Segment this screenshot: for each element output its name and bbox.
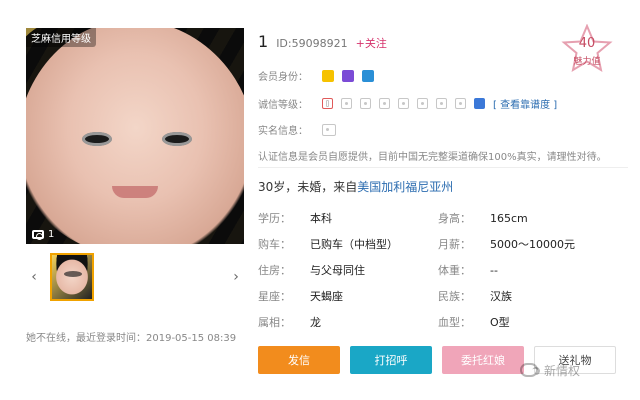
detail-housing: 住房： 与父母同住 — [258, 262, 438, 278]
watermark: 新情权 — [520, 350, 630, 390]
verification-icon — [322, 123, 336, 136]
detail-zodiac-value: 天蝎座 — [310, 290, 343, 303]
detail-car-value: 已购车（中档型） — [310, 238, 398, 251]
detail-chinese-zodiac-key: 属相： — [258, 316, 291, 329]
detail-education-value: 本科 — [310, 212, 332, 225]
profile-name: 1 — [258, 32, 269, 51]
member-label: 会员身份： — [258, 72, 308, 83]
detail-blood-type-key: 血型： — [438, 316, 471, 329]
realname-label: 实名信息： — [258, 126, 308, 137]
separator — [258, 167, 628, 168]
details-grid: 学历： 本科 身高： 165cm 购车： 已购车（中档型） 月薪： 5000～1… — [258, 210, 628, 330]
detail-housing-value: 与父母同住 — [310, 264, 365, 277]
verification-notice: 认证信息是会员自愿提供，目前中国无完整渠道确保100%真实，请理性对待。 — [258, 152, 607, 163]
detail-weight-value: -- — [490, 263, 498, 277]
detail-chinese-zodiac: 属相： 龙 — [258, 314, 438, 330]
detail-housing-key: 住房： — [258, 264, 291, 277]
thumbnail-1[interactable] — [50, 253, 94, 301]
photo-eye-right — [162, 132, 192, 146]
photo-eye-left — [82, 132, 112, 146]
detail-education: 学历： 本科 — [258, 210, 438, 226]
thumbnails-next[interactable]: › — [228, 269, 244, 285]
credit-label: 诚信等级： — [258, 100, 308, 111]
detail-ethnicity: 民族： 汉族 — [438, 288, 628, 304]
detail-ethnicity-key: 民族： — [438, 290, 471, 303]
profile-id: ID:59098921 — [276, 37, 348, 50]
realname-row: 实名信息： — [258, 122, 336, 137]
phone-icon — [322, 98, 333, 109]
photo-thumbnails: ‹ › — [26, 250, 244, 304]
detail-chinese-zodiac-value: 龙 — [310, 316, 321, 329]
hand-icon — [436, 98, 447, 109]
detail-education-key: 学历： — [258, 212, 291, 225]
mail-icon — [341, 98, 352, 109]
detail-income-value: 5000～10000元 — [490, 238, 575, 251]
photo-count-value: 1 — [48, 229, 55, 240]
charm-value: 40 — [578, 36, 596, 51]
photo-count: 1 — [32, 229, 54, 240]
thumbnails-prev[interactable]: ‹ — [26, 269, 42, 285]
vip-icon[interactable] — [322, 69, 334, 82]
charm-badge: 40 魅力值 — [558, 24, 616, 74]
name-row: 1 ID:59098921 +关注 — [258, 32, 387, 51]
send-message-button[interactable]: 发信 — [258, 346, 340, 374]
detail-income-key: 月薪： — [438, 238, 471, 251]
profile-bio: 30岁，未婚，来自美国加利福尼亚州 — [258, 178, 453, 195]
detail-ethnicity-value: 汉族 — [490, 290, 512, 303]
charm-label: 魅力值 — [573, 57, 601, 67]
weibo-logo-icon — [520, 363, 538, 377]
photo-mouth — [112, 186, 158, 198]
credit-badge: 芝麻信用等级 — [26, 28, 96, 47]
detail-car: 购车： 已购车（中档型） — [258, 236, 438, 252]
detail-zodiac-key: 星座： — [258, 290, 291, 303]
home-icon — [398, 98, 409, 109]
credit-row: 诚信等级： [ 查看靠谱度 ] — [258, 96, 557, 111]
profile-details: 1 ID:59098921 +关注 40 魅力值 会员身份： 诚信等级： [ 查… — [258, 24, 628, 394]
crown-icon[interactable] — [342, 69, 354, 82]
detail-height-value: 165cm — [490, 211, 528, 225]
matchmaker-button[interactable]: 委托红娘 — [442, 346, 524, 374]
detail-blood-type-value: O型 — [490, 316, 510, 329]
member-row: 会员身份： — [258, 68, 374, 83]
chat-icon[interactable] — [362, 69, 374, 82]
watermark-text: 新情权 — [544, 363, 581, 378]
detail-weight-key: 体重： — [438, 264, 471, 277]
car-icon — [417, 98, 428, 109]
detail-zodiac: 星座： 天蝎座 — [258, 288, 438, 304]
question-icon[interactable] — [474, 98, 485, 109]
photo-eyes — [82, 132, 192, 150]
profile-photo[interactable]: 芝麻信用等级 1 — [26, 28, 244, 244]
bio-text: 30岁，未婚，来自 — [258, 180, 358, 194]
heart-icon — [455, 98, 466, 109]
last-login-text: 她不在线，最近登录时间：2019-05-15 08:39 — [26, 333, 237, 344]
say-hi-button[interactable]: 打招呼 — [350, 346, 432, 374]
detail-height: 身高： 165cm — [438, 210, 628, 226]
view-reliability-link[interactable]: [ 查看靠谱度 ] — [493, 96, 557, 111]
id-card-icon — [360, 98, 371, 109]
detail-height-key: 身高： — [438, 212, 471, 225]
badge-icon — [379, 98, 390, 109]
detail-income: 月薪： 5000～10000元 — [438, 236, 628, 252]
detail-blood-type: 血型： O型 — [438, 314, 628, 330]
bio-location[interactable]: 美国加利福尼亚州 — [357, 180, 453, 194]
camera-icon — [32, 230, 44, 240]
follow-link[interactable]: +关注 — [356, 35, 387, 51]
detail-weight: 体重： -- — [438, 262, 628, 278]
detail-car-key: 购车： — [258, 238, 291, 251]
